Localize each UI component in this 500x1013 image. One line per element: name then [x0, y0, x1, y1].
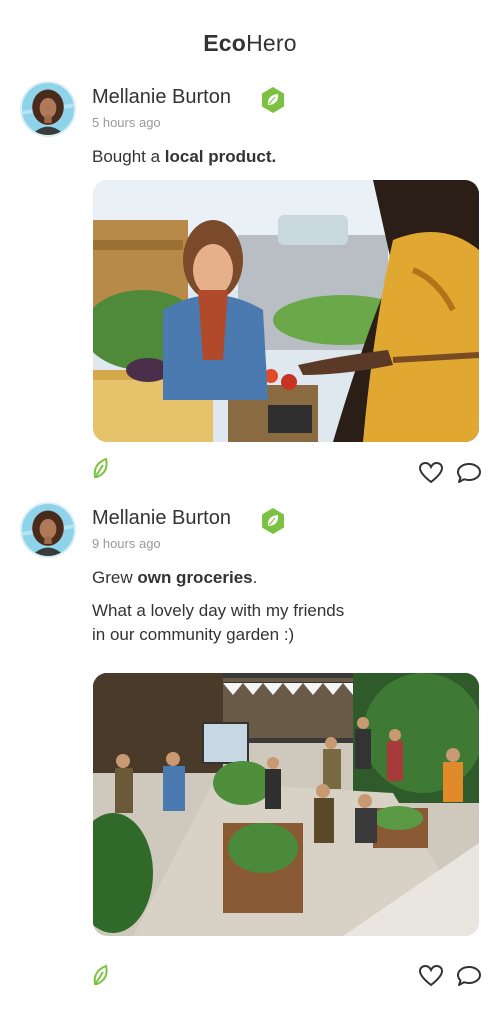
- post-action: Bought a local product.: [92, 145, 276, 169]
- leaf-badge-icon: [262, 87, 284, 113]
- post-action-prefix: Bought a: [92, 147, 165, 166]
- avatar[interactable]: [20, 81, 76, 137]
- comment-icon[interactable]: [456, 964, 482, 988]
- leaf-badge-icon: [262, 508, 284, 534]
- app-title-bold: Eco: [203, 30, 247, 56]
- post-photo[interactable]: [93, 673, 479, 936]
- app-title-light: Hero: [246, 30, 297, 56]
- leaf-icon[interactable]: [91, 963, 111, 987]
- post-photo[interactable]: [93, 180, 479, 442]
- avatar[interactable]: [20, 502, 76, 558]
- post-body-line: in our community garden :): [92, 625, 295, 644]
- user-name[interactable]: Mellanie Burton: [92, 86, 231, 109]
- post-action: Grew own groceries.: [92, 566, 257, 590]
- post-time: 5 hours ago: [92, 115, 161, 130]
- comment-icon[interactable]: [456, 461, 482, 485]
- user-name[interactable]: Mellanie Burton: [92, 507, 231, 530]
- post-action-suffix: .: [252, 568, 258, 587]
- heart-icon[interactable]: [418, 461, 444, 485]
- post-body-line: What a lovely day with my friends: [92, 601, 345, 620]
- post-time: 9 hours ago: [92, 536, 161, 551]
- app-title: EcoHero: [0, 30, 500, 57]
- post-action-prefix: Grew: [92, 568, 138, 587]
- leaf-icon[interactable]: [91, 456, 111, 480]
- heart-icon[interactable]: [418, 964, 444, 988]
- post-action-bold: local product.: [164, 147, 277, 166]
- post-action-bold: own groceries: [137, 568, 253, 587]
